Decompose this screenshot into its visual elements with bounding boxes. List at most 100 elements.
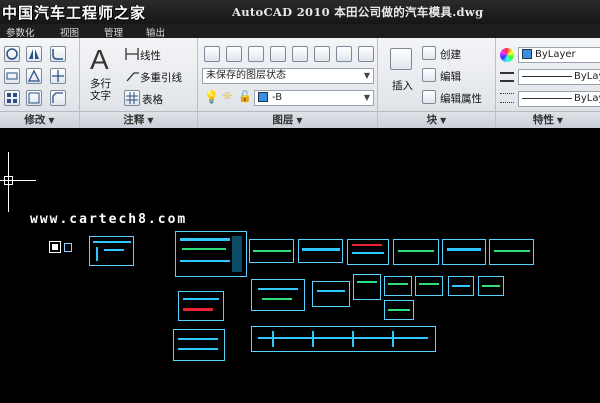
edit-attributes-icon[interactable]: [422, 90, 436, 104]
chamfer-icon[interactable]: [50, 90, 66, 106]
color-wheel-icon[interactable]: [500, 48, 514, 62]
panel-annotation-footer[interactable]: 注释 ▼: [80, 111, 197, 128]
chevron-down-icon: ▼: [147, 116, 154, 125]
window-title: AutoCAD 2010 本田公司做的汽车模具.dwg: [232, 5, 484, 19]
layer-color-swatch: [258, 92, 268, 102]
tab-parametric[interactable]: 参数化: [6, 25, 35, 39]
insert-label: 插入: [392, 80, 413, 92]
lineweight-line: [522, 97, 572, 99]
drawing-sheet[interactable]: [173, 329, 225, 361]
tab-output[interactable]: 输出: [146, 25, 165, 39]
panel-block: 插入 创建 编辑 编辑属性 块 ▼: [378, 38, 496, 128]
drawing-canvas[interactable]: www.cartech8.com: [0, 128, 600, 403]
panel-annotation: A 多行文字 线性 多重引线 表格 注释 ▼: [80, 38, 198, 128]
layer-stack-icon[interactable]: [226, 46, 242, 62]
ribbon-tab-row: 参数化 视图 管理 输出: [0, 24, 600, 39]
panel-modify-label: 修改: [24, 114, 46, 126]
drawing-sheet[interactable]: [175, 231, 247, 277]
edit-block-icon[interactable]: [422, 68, 436, 82]
chevron-down-icon: ▼: [556, 116, 564, 125]
layer-previous-icon[interactable]: [292, 46, 308, 62]
drawing-sheet[interactable]: [249, 239, 294, 263]
trim-icon[interactable]: [50, 68, 66, 84]
layer-off-icon[interactable]: [358, 46, 374, 62]
layer-state-dropdown[interactable]: 未保存的图层状态 ▼: [202, 68, 374, 84]
linetype-value: ByLayer: [574, 71, 600, 82]
panel-layers-footer[interactable]: 图层 ▼: [198, 111, 377, 128]
lightbulb-icon[interactable]: 💡: [204, 90, 219, 104]
chevron-down-icon: ▼: [363, 93, 370, 102]
lineweight-value: ByLayer: [574, 93, 600, 104]
offset-icon[interactable]: [26, 90, 42, 106]
drawing-sheet[interactable]: [442, 239, 486, 265]
multiline-text-button[interactable]: A 多行文字: [86, 44, 122, 106]
chevron-down-icon: ▼: [440, 116, 447, 125]
drawing-sheet[interactable]: [353, 274, 381, 300]
drawing-sheet[interactable]: [298, 239, 343, 263]
chevron-down-icon: ▼: [48, 116, 55, 125]
ribbon: 修改 ▼ A 多行文字 线性 多重引线 表格 注释 ▼ 未保存的图层状态 ▼ 💡 ☼ …: [0, 38, 600, 128]
drawing-sheet[interactable]: [251, 279, 305, 311]
scale-icon[interactable]: [26, 68, 42, 84]
sun-icon[interactable]: ☼: [222, 89, 233, 103]
watermark-text: 中国汽车工程师之家: [2, 4, 147, 22]
layer-dropdown[interactable]: -B ▼: [254, 90, 374, 106]
drawing-sheet[interactable]: [415, 276, 443, 296]
table-icon[interactable]: [124, 90, 140, 106]
drawing-sheet[interactable]: [384, 276, 412, 296]
linetype-dropdown[interactable]: ByLayer: [518, 69, 600, 85]
drawing-sheet[interactable]: [448, 276, 474, 296]
lineweight-icon[interactable]: [500, 93, 514, 103]
linetype-icon[interactable]: [500, 72, 514, 82]
layer-properties-icon[interactable]: [204, 46, 220, 62]
drawing-sheet[interactable]: [251, 326, 436, 352]
drawing-sheet[interactable]: [178, 291, 224, 321]
drawing-sheet[interactable]: [347, 239, 389, 265]
chevron-down-icon: ▼: [296, 116, 303, 125]
tab-manage[interactable]: 管理: [104, 25, 123, 39]
edit-attributes-label[interactable]: 编辑属性: [440, 91, 482, 106]
tab-view[interactable]: 视图: [60, 25, 79, 39]
insert-button[interactable]: 插入: [384, 46, 418, 102]
circle-tool-icon[interactable]: [4, 46, 20, 62]
drawing-sheet[interactable]: [393, 239, 439, 265]
watermark-url: www.cartech8.com: [30, 212, 188, 227]
drawing-sheet[interactable]: [384, 300, 414, 320]
panel-block-label: 块: [426, 114, 438, 126]
text-a-icon: A: [90, 44, 109, 75]
linear-label[interactable]: 线性: [140, 48, 161, 63]
drawing-sheet[interactable]: [89, 236, 134, 266]
drawing-sheet[interactable]: [489, 239, 534, 265]
multileader-label[interactable]: 多重引线: [140, 70, 182, 85]
layer-isolate-icon[interactable]: [314, 46, 330, 62]
table-label[interactable]: 表格: [142, 92, 163, 107]
color-dropdown[interactable]: ByLayer: [518, 47, 600, 63]
panel-modify-footer[interactable]: 修改 ▼: [0, 111, 79, 128]
panel-properties-footer[interactable]: 特性 ▼: [496, 111, 600, 128]
array-icon[interactable]: [4, 90, 20, 106]
stretch-icon[interactable]: [4, 68, 20, 84]
linear-dimension-icon[interactable]: [124, 46, 140, 62]
drawing-sheet[interactable]: [312, 281, 350, 307]
current-layer-value: -B: [272, 92, 283, 103]
panel-block-footer[interactable]: 块 ▼: [378, 111, 495, 128]
lineweight-dropdown[interactable]: ByLayer: [518, 91, 600, 107]
create-label[interactable]: 创建: [440, 47, 461, 62]
fillet-icon[interactable]: [50, 46, 66, 62]
lock-icon[interactable]: 🔓: [238, 90, 252, 103]
layer-match-icon[interactable]: [270, 46, 286, 62]
edit-label[interactable]: 编辑: [440, 69, 461, 84]
create-block-icon[interactable]: [422, 46, 436, 60]
title-bar: 中国汽车工程师之家 AutoCAD 2010 本田公司做的汽车模具.dwg: [0, 0, 600, 24]
drawing-sheet[interactable]: [478, 276, 504, 296]
mirror-icon[interactable]: [26, 46, 42, 62]
drawing-sheet[interactable]: [49, 241, 61, 253]
multileader-icon[interactable]: [124, 68, 140, 84]
layer-edit-icon[interactable]: [248, 46, 264, 62]
layer-freeze-icon[interactable]: [336, 46, 352, 62]
panel-layers-label: 图层: [272, 114, 294, 126]
panel-layers: 未保存的图层状态 ▼ 💡 ☼ 🔓 -B ▼ 图层 ▼: [198, 38, 378, 128]
drawing-sheet[interactable]: [64, 243, 72, 252]
panel-properties-label: 特性: [532, 114, 554, 126]
insert-block-icon: [390, 48, 412, 70]
